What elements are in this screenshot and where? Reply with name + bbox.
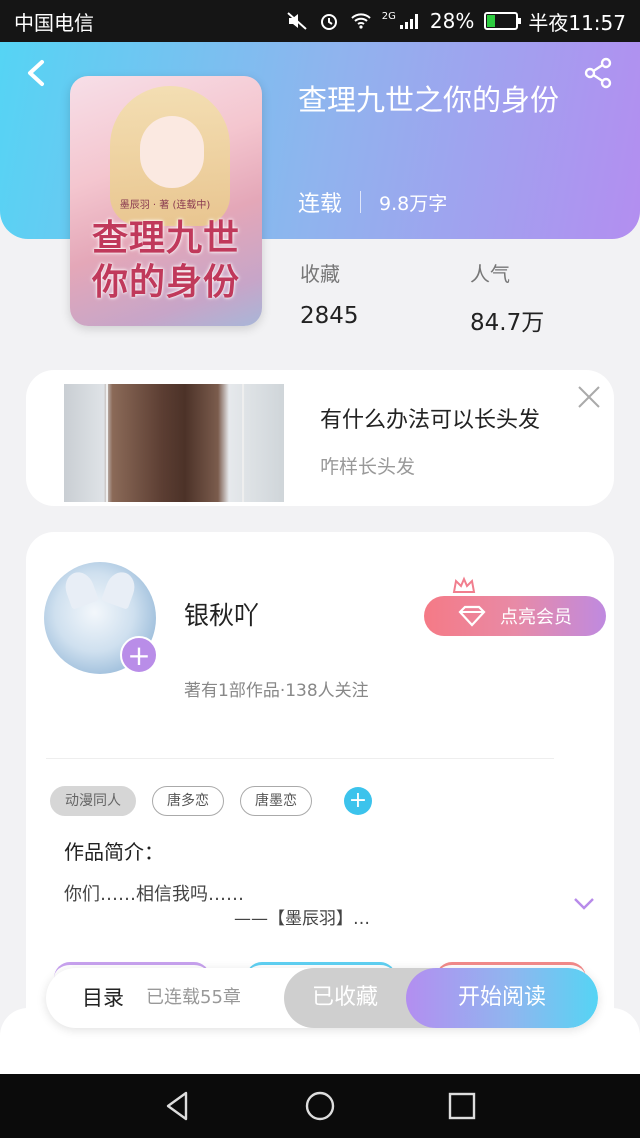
tag-item[interactable]: 动漫同人 [50,786,136,816]
serial-status: 连载 [298,192,343,217]
alarm-icon [320,14,337,30]
intro-text: 你们……相信我吗…… [64,884,244,905]
cover-byline: 墨辰羽 · 著 (连载中) [119,200,211,211]
back-icon[interactable] [22,56,52,90]
author-name[interactable]: 银秋吖 [184,596,259,632]
chevron-down-icon[interactable] [572,896,596,912]
ad-card[interactable]: 有什么办法可以长头发 咋样长头发 [26,370,614,506]
intro-signature: ——【墨辰羽】… [234,909,370,929]
ad-title[interactable]: 有什么办法可以长头发 [320,402,540,434]
vip-label: 点亮会员 [500,607,572,628]
status-bar: 中国电信 2G 28% 半夜11:57 [0,0,640,42]
stat-label: 收藏 [300,262,340,286]
tag-item[interactable]: 唐多恋 [152,786,224,816]
meta-divider [360,191,362,213]
vip-button[interactable]: 点亮会员 [424,596,606,636]
intro-label: 作品简介： [64,840,164,864]
book-title: 查理九世之你的身份 [298,83,560,117]
book-meta: 连载 9.8万字 [298,186,447,218]
tag-item[interactable]: 唐墨恋 [240,786,312,816]
stat-value: 84.7万 [470,310,545,336]
word-count: 9.8万字 [379,192,448,215]
nav-home-icon[interactable] [302,1088,338,1124]
action-bar: 目录 已连载55章 已收藏 开始阅读 [46,968,598,1028]
stat-value: 2845 [300,303,359,329]
close-icon[interactable] [576,384,602,410]
tag-list: 动漫同人 唐多恋 唐墨恋 + [50,786,372,816]
network-type: 2G [381,10,396,22]
nav-back-icon[interactable] [160,1088,196,1124]
ad-image[interactable] [64,384,284,502]
mute-icon [287,12,307,30]
status-icons: 2G 28% 半夜11:57 [286,7,626,36]
add-tag-icon[interactable]: + [344,787,372,815]
stat-favorites: 收藏 2845 [300,258,470,337]
book-stats: 收藏 2845 人气 84.7万 [300,258,640,337]
start-reading-button[interactable]: 开始阅读 [406,968,598,1028]
book-cover[interactable]: 墨辰羽 · 著 (连载中) 查理九世你的身份 [70,76,262,326]
signal-icon [399,14,418,29]
nav-recents-icon[interactable] [444,1088,480,1124]
stat-label: 人气 [470,262,510,286]
ad-subtitle: 咋样长头发 [320,456,416,478]
author-info: 著有1部作品·138人关注 [184,681,369,701]
battery-icon [484,12,522,30]
crown-icon [452,576,476,593]
clock: 半夜11:57 [528,10,626,35]
wifi-icon [351,13,371,29]
follow-plus-icon[interactable]: + [120,636,158,674]
stat-popularity: 人气 84.7万 [470,258,640,337]
cover-title-art: 查理九世你的身份 [91,217,240,303]
battery-percent: 28% [429,9,475,33]
system-nav-bar [0,1074,640,1138]
chapter-count: 已连载55章 [146,987,241,1008]
diamond-icon [458,605,486,627]
divider [46,758,554,759]
carrier-name: 中国电信 [14,10,94,35]
toc-button[interactable]: 目录 [82,968,124,1028]
